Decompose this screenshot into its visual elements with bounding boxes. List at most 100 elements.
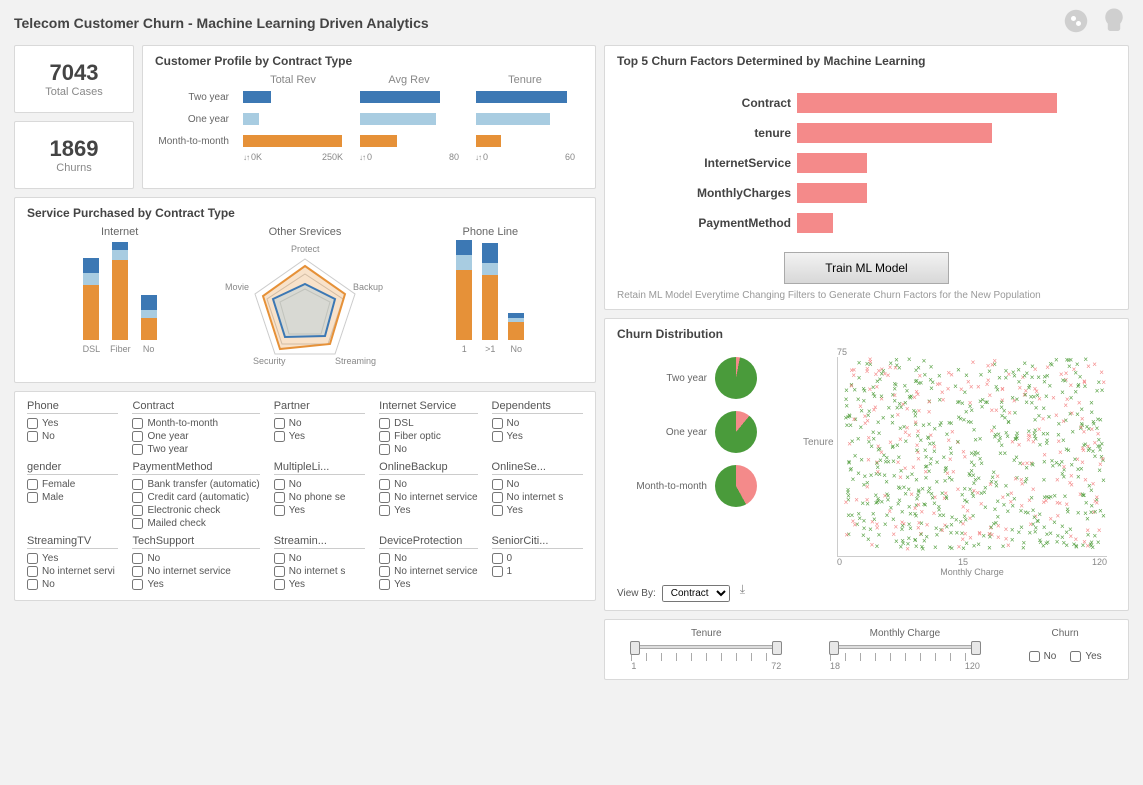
svg-text:×: × — [877, 444, 882, 453]
svg-text:×: × — [1030, 461, 1035, 470]
svg-text:×: × — [875, 542, 880, 551]
svg-text:×: × — [1085, 514, 1090, 523]
svg-text:×: × — [1048, 381, 1053, 390]
filter-option: Yes — [492, 431, 583, 442]
svg-text:×: × — [1022, 359, 1027, 368]
other-subtitle: Other Srevices — [269, 226, 342, 238]
svg-text:×: × — [861, 385, 866, 394]
svg-text:×: × — [871, 509, 876, 518]
filter-option: Yes — [274, 579, 365, 590]
svg-text:×: × — [1065, 395, 1070, 404]
svg-text:×: × — [847, 458, 852, 467]
svg-text:×: × — [1055, 537, 1060, 546]
filter-title: Contract — [132, 400, 259, 414]
viewby-select[interactable]: Contract — [662, 585, 730, 602]
svg-text:×: × — [846, 491, 851, 500]
svg-text:×: × — [961, 447, 966, 456]
svg-text:×: × — [1065, 507, 1070, 516]
internet-subtitle: Internet — [101, 226, 138, 238]
filters-card: PhoneYesNoContractMonth-to-monthOne year… — [14, 391, 596, 601]
filter-option: No — [274, 553, 365, 564]
service-card: Service Purchased by Contract Type Inter… — [14, 197, 596, 383]
svg-text:×: × — [954, 515, 959, 524]
svg-text:×: × — [905, 386, 910, 395]
svg-text:×: × — [851, 475, 856, 484]
svg-text:×: × — [981, 531, 986, 540]
svg-text:×: × — [969, 383, 974, 392]
svg-text:×: × — [866, 535, 871, 544]
svg-text:×: × — [1093, 507, 1098, 516]
churn-pie — [715, 465, 757, 507]
gear-brain-icon[interactable] — [1061, 6, 1091, 39]
svg-text:×: × — [932, 425, 937, 434]
train-ml-button[interactable]: Train ML Model — [784, 252, 948, 284]
monthly-slider[interactable] — [830, 645, 980, 649]
svg-text:×: × — [949, 370, 954, 379]
profile-hdr-avgrev: Avg Rev — [351, 74, 467, 86]
filter-option: Month-to-month — [132, 418, 259, 429]
svg-text:×: × — [1092, 360, 1097, 369]
svg-text:×: × — [1089, 408, 1094, 417]
svg-text:×: × — [950, 513, 955, 522]
churn-filter-label: Churn — [1029, 628, 1102, 639]
svg-text:×: × — [978, 397, 983, 406]
filter-option: No — [379, 553, 477, 564]
svg-text:×: × — [1030, 398, 1035, 407]
svg-text:×: × — [933, 543, 938, 552]
svg-text:×: × — [866, 455, 871, 464]
svg-text:×: × — [927, 420, 932, 429]
filter-option: No — [274, 418, 365, 429]
tenure-slider[interactable] — [631, 645, 781, 649]
svg-text:×: × — [969, 418, 974, 427]
svg-text:×: × — [972, 426, 977, 435]
svg-text:×: × — [922, 537, 927, 546]
svg-text:×: × — [861, 531, 866, 540]
filter-option: Yes — [492, 505, 583, 516]
svg-text:×: × — [1045, 429, 1050, 438]
svg-text:×: × — [915, 446, 920, 455]
svg-text:×: × — [934, 477, 939, 486]
svg-text:×: × — [1047, 412, 1052, 421]
filter-option: No internet s — [492, 492, 583, 503]
svg-text:×: × — [941, 395, 946, 404]
svg-text:×: × — [1027, 383, 1032, 392]
svg-text:×: × — [1038, 440, 1043, 449]
svg-text:×: × — [875, 520, 880, 529]
svg-text:×: × — [925, 520, 930, 529]
svg-text:×: × — [1077, 398, 1082, 407]
filter-title: SeniorCiti... — [492, 535, 583, 549]
filter-option: Yes — [27, 418, 118, 429]
svg-text:×: × — [894, 537, 899, 546]
ml-factor-bar — [797, 93, 1057, 113]
svg-text:×: × — [1010, 525, 1015, 534]
svg-text:×: × — [924, 452, 929, 461]
svg-text:×: × — [979, 371, 984, 380]
svg-text:×: × — [961, 544, 966, 553]
svg-text:×: × — [1004, 525, 1009, 534]
svg-text:×: × — [989, 523, 994, 532]
svg-text:×: × — [847, 412, 852, 421]
filter-title: gender — [27, 461, 118, 475]
svg-text:×: × — [956, 365, 961, 374]
svg-text:×: × — [954, 529, 959, 538]
expand-icon[interactable]: ⤓ — [740, 582, 745, 597]
service-title: Service Purchased by Contract Type — [27, 206, 583, 220]
sliders-card: Tenure 172 Monthly Charge 18120 — [604, 619, 1129, 680]
svg-text:×: × — [1083, 357, 1088, 364]
filter-title: Streamin... — [274, 535, 365, 549]
svg-text:×: × — [906, 539, 911, 548]
svg-text:×: × — [1020, 480, 1025, 489]
svg-text:×: × — [994, 382, 999, 391]
svg-text:×: × — [972, 542, 977, 551]
svg-text:×: × — [1022, 372, 1027, 381]
svg-text:×: × — [945, 430, 950, 439]
svg-text:×: × — [850, 437, 855, 446]
svg-text:×: × — [993, 505, 998, 514]
filter-option: No — [379, 479, 477, 490]
svg-text:×: × — [961, 520, 966, 529]
filter-title: DeviceProtection — [379, 535, 477, 549]
brain-icon[interactable] — [1099, 6, 1129, 39]
svg-text:×: × — [872, 405, 877, 414]
svg-text:×: × — [871, 434, 876, 443]
filter-option: No internet s — [274, 566, 365, 577]
